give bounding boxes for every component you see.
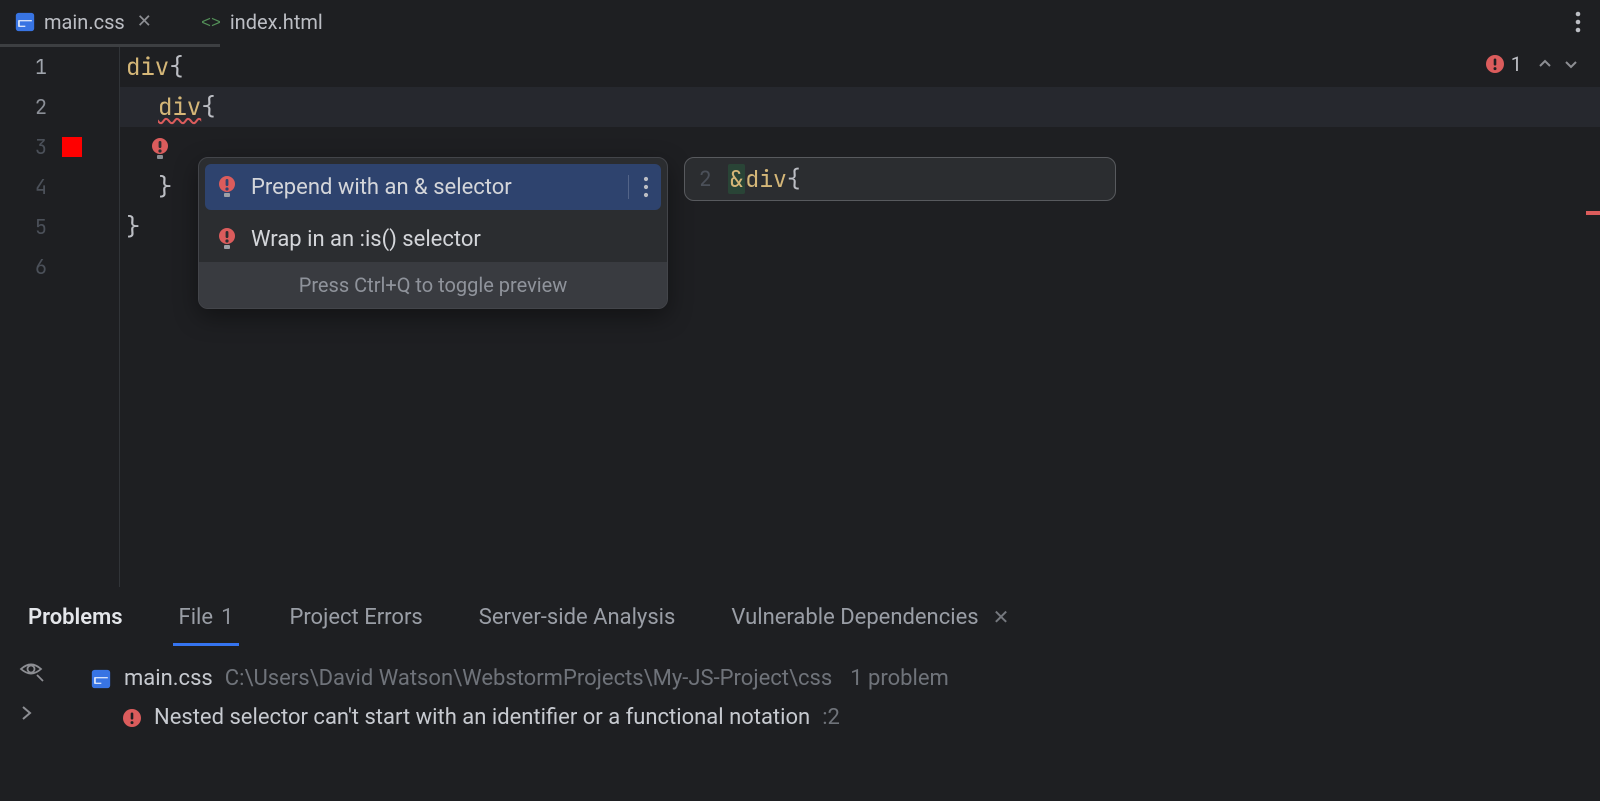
intention-item-prepend-amp[interactable]: Prepend with an & selector bbox=[205, 164, 661, 210]
intention-bulb-icon[interactable] bbox=[150, 137, 170, 157]
line-number: 6 bbox=[0, 247, 99, 287]
problems-tab-project-errors[interactable]: Project Errors bbox=[289, 588, 422, 646]
tab-main-css[interactable]: ⫍ main.css ✕ bbox=[0, 0, 166, 44]
code-line: div { bbox=[120, 87, 1600, 127]
intention-footer-hint: Press Ctrl+Q to toggle preview bbox=[199, 262, 667, 308]
preview-rest-sel: div bbox=[745, 164, 786, 194]
fix-bulb-icon bbox=[217, 227, 237, 251]
problems-body: ⫍ main.css C:\Users\David Watson\Webstor… bbox=[0, 646, 1600, 752]
line-number: 3 bbox=[0, 127, 99, 167]
svg-text:⫍: ⫍ bbox=[18, 14, 32, 29]
problems-tab-server-analysis[interactable]: Server-side Analysis bbox=[479, 588, 676, 646]
preview-inserted: & bbox=[728, 164, 746, 194]
code-area[interactable]: div { div { } } bbox=[120, 47, 1600, 587]
tab-index-html[interactable]: <> index.html bbox=[186, 0, 337, 44]
line-number: 5 bbox=[0, 207, 99, 247]
problems-file-row[interactable]: ⫍ main.css C:\Users\David Watson\Webstor… bbox=[18, 660, 1582, 697]
file-path: C:\Users\David Watson\WebstormProjects\M… bbox=[225, 666, 832, 691]
file-name: main.css bbox=[124, 666, 213, 691]
svg-text:⫍: ⫍ bbox=[94, 671, 108, 686]
intention-preview: 2 & div { bbox=[684, 157, 1116, 201]
breakpoint-error-stripe[interactable] bbox=[62, 137, 82, 157]
view-icon[interactable] bbox=[18, 656, 44, 682]
intention-label: Prepend with an & selector bbox=[251, 175, 512, 200]
error-marker[interactable] bbox=[1586, 211, 1600, 215]
editor-tabs: ⫍ main.css ✕ <> index.html bbox=[0, 0, 1600, 44]
tabs-overflow-button[interactable] bbox=[1556, 0, 1600, 44]
problem-count: 1 problem bbox=[850, 666, 949, 691]
gutter: 1 2 3 4 5 6 bbox=[0, 47, 120, 587]
problems-panel: Problems File 1 Project Errors Server-si… bbox=[0, 587, 1600, 801]
error-icon bbox=[122, 708, 142, 728]
problems-tabs: Problems File 1 Project Errors Server-si… bbox=[0, 588, 1600, 646]
line-number: 4 bbox=[0, 167, 99, 207]
line-number: 2 bbox=[0, 87, 99, 127]
tab-label: main.css bbox=[44, 10, 125, 34]
intention-popup: Prepend with an & selector Wrap in an :i… bbox=[198, 157, 668, 309]
fix-bulb-icon bbox=[217, 175, 237, 199]
tab-label: index.html bbox=[230, 10, 323, 34]
line-number: 1 bbox=[0, 47, 99, 87]
css-file-icon: ⫍ bbox=[14, 11, 36, 33]
intention-item-wrap-is[interactable]: Wrap in an :is() selector bbox=[199, 216, 667, 262]
problems-tab-title[interactable]: Problems bbox=[28, 588, 123, 646]
intention-more-button[interactable] bbox=[628, 175, 649, 199]
chevron-right-icon[interactable] bbox=[18, 704, 44, 730]
problems-side-toolbar bbox=[18, 656, 44, 730]
code-editor[interactable]: 1 2 3 4 5 6 div { div { } } bbox=[0, 47, 1600, 587]
problem-text: Nested selector can't start with an iden… bbox=[154, 705, 810, 730]
close-icon[interactable]: ✕ bbox=[137, 11, 152, 32]
intention-label: Wrap in an :is() selector bbox=[251, 227, 481, 252]
preview-rest: { bbox=[787, 164, 801, 194]
problems-tab-vulnerable-deps[interactable]: Vulnerable Dependencies ✕ bbox=[731, 588, 1009, 646]
svg-text:<>: <> bbox=[201, 13, 221, 32]
html-file-icon: <> bbox=[200, 11, 222, 33]
problems-tab-file[interactable]: File 1 bbox=[179, 588, 234, 646]
problem-line: :2 bbox=[822, 705, 840, 730]
css-file-icon: ⫍ bbox=[90, 668, 112, 690]
code-line: div { bbox=[120, 47, 1600, 87]
preview-line-number: 2 bbox=[699, 166, 712, 193]
problem-row[interactable]: Nested selector can't start with an iden… bbox=[18, 697, 1582, 738]
close-icon[interactable]: ✕ bbox=[993, 605, 1010, 629]
